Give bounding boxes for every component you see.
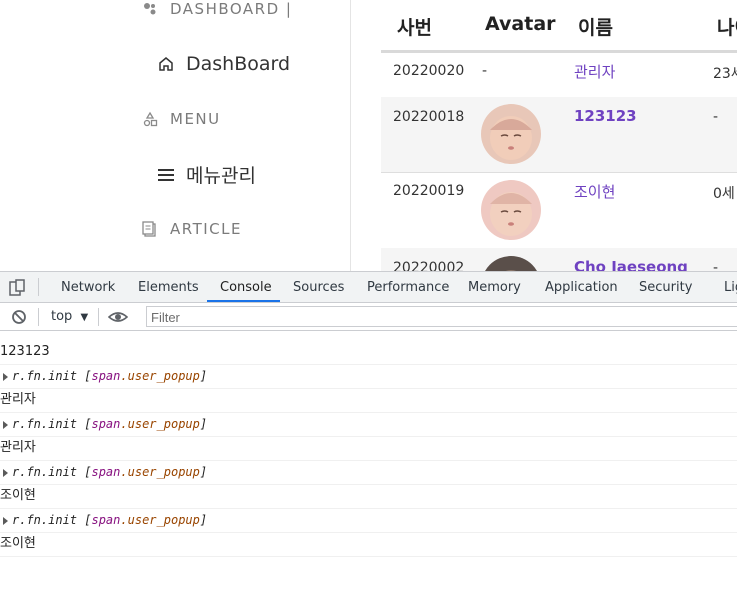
context-label: top — [51, 309, 73, 324]
log-object[interactable]: r.fn.init [span.user_popup] — [0, 461, 737, 485]
avatar — [481, 256, 541, 271]
tab-elements[interactable]: Elements — [138, 280, 199, 295]
dropdown-arrow-icon: ▼ — [80, 312, 89, 323]
log-object-class: .user_popup — [120, 417, 200, 431]
log-object-suffix: ] — [199, 369, 208, 383]
filter-box — [146, 306, 737, 327]
tab-security[interactable]: Security — [639, 280, 692, 295]
log-text: 123123 — [0, 341, 737, 365]
sidebar: DASHBOARD | DashBoard MENU 메뉴관리 ARTICLE — [0, 0, 351, 271]
sidebar-item-menu-management[interactable]: 메뉴관리 — [157, 161, 256, 188]
avatar — [481, 180, 541, 240]
sidebar-item-dashboard[interactable]: DashBoard — [157, 53, 290, 75]
table-row[interactable]: 20220018 123123 - — [381, 97, 737, 173]
web-page: DASHBOARD | DashBoard MENU 메뉴관리 ARTICLE — [0, 0, 737, 271]
employee-age: 23세 — [713, 66, 737, 82]
log-object-prefix: r.fn.init [ — [12, 513, 92, 527]
employee-table: 사번 Avatar 이름 나이 20220020 - 관리자 23세 20220… — [381, 0, 737, 271]
avatar-placeholder: - — [482, 63, 488, 79]
log-object-element: span — [91, 513, 121, 527]
user-name-link[interactable]: Cho Jaeseong — [574, 258, 688, 271]
home-icon — [157, 55, 175, 73]
devtools-tabbar: Network Elements Console Sources Perform… — [0, 271, 737, 303]
tab-performance[interactable]: Performance — [367, 280, 449, 295]
log-text: 조이현 — [0, 485, 737, 509]
user-name-link[interactable]: 조이현 — [574, 181, 615, 202]
console-output: 123123 r.fn.init [span.user_popup] 관리자 r… — [0, 331, 737, 592]
log-object[interactable]: r.fn.init [span.user_popup] — [0, 365, 737, 389]
context-selector[interactable]: top ▼ — [51, 309, 88, 324]
table-header: 사번 Avatar 이름 나이 — [381, 0, 737, 53]
toolbar-divider — [38, 308, 39, 326]
employee-id: 20220002 — [393, 260, 465, 271]
avatar — [481, 104, 541, 164]
table-row[interactable]: 20220019 조이현 0세 — [381, 172, 737, 249]
user-name-link[interactable]: 123123 — [574, 107, 637, 125]
column-header-name[interactable]: 이름 — [578, 13, 613, 40]
log-object[interactable]: r.fn.init [span.user_popup] — [0, 413, 737, 437]
console-filter-input[interactable] — [147, 308, 711, 327]
tabbar-divider — [38, 278, 39, 296]
employee-age: - — [713, 109, 719, 125]
user-name-link[interactable]: 관리자 — [574, 61, 615, 82]
log-object-class: .user_popup — [120, 369, 200, 383]
device-toggle-icon[interactable] — [9, 279, 27, 301]
sidebar-section-menu: MENU — [142, 110, 221, 128]
sidebar-section-label: DASHBOARD | — [170, 0, 293, 18]
log-object-class: .user_popup — [120, 513, 200, 527]
log-object-element: span — [91, 369, 121, 383]
sidebar-section-label: ARTICLE — [170, 220, 242, 238]
log-object-suffix: ] — [199, 513, 208, 527]
tab-memory[interactable]: Memory — [468, 280, 521, 295]
log-text: 관리자 — [0, 389, 737, 413]
log-object-prefix: r.fn.init [ — [12, 465, 92, 479]
log-text: 조이현 — [0, 533, 737, 557]
sidebar-section-dashboard: DASHBOARD | — [142, 0, 292, 18]
tab-overflow-clip: Lighthouse — [722, 272, 737, 302]
clear-console-icon[interactable] — [11, 309, 27, 329]
tab-application[interactable]: Application — [545, 280, 618, 295]
employee-age: 0세 — [713, 186, 735, 202]
sidebar-item-label: 메뉴관리 — [186, 165, 256, 187]
employee-age: - — [713, 260, 719, 271]
employee-id: 20220018 — [393, 109, 465, 125]
toolbar-divider — [98, 308, 99, 326]
log-object-class: .user_popup — [120, 465, 200, 479]
sidebar-section-label: MENU — [170, 110, 221, 128]
dashboard-section-icon — [142, 1, 158, 17]
log-object-prefix: r.fn.init [ — [12, 417, 92, 431]
clipboard-icon — [142, 221, 158, 237]
expand-triangle-icon[interactable] — [3, 420, 8, 429]
active-tab-indicator — [207, 300, 280, 302]
table-row[interactable]: 20220002 Cho Jaeseong - — [381, 248, 737, 271]
sidebar-item-label: DashBoard — [186, 53, 291, 75]
employee-id: 20220019 — [393, 183, 465, 199]
log-object-suffix: ] — [199, 417, 208, 431]
tab-sources[interactable]: Sources — [293, 280, 344, 295]
expand-triangle-icon[interactable] — [3, 468, 8, 477]
log-object-prefix: r.fn.init [ — [12, 369, 92, 383]
console-toolbar: top ▼ — [0, 303, 737, 331]
column-header-age[interactable]: 나이 — [717, 13, 737, 40]
log-text: 관리자 — [0, 437, 737, 461]
log-object-suffix: ] — [199, 465, 208, 479]
column-header-id[interactable]: 사번 — [397, 13, 432, 40]
log-object[interactable]: r.fn.init [span.user_popup] — [0, 509, 737, 533]
devtools-panel: Network Elements Console Sources Perform… — [0, 271, 737, 592]
table-row[interactable]: 20220020 - 관리자 23세 — [381, 53, 737, 98]
expand-triangle-icon[interactable] — [3, 516, 8, 525]
tab-console[interactable]: Console — [220, 280, 272, 295]
log-object-element: span — [91, 417, 121, 431]
eye-icon[interactable] — [107, 309, 129, 329]
column-header-avatar[interactable]: Avatar — [485, 13, 556, 35]
sidebar-section-article: ARTICLE — [142, 220, 242, 238]
hamburger-icon — [157, 166, 175, 184]
tab-network[interactable]: Network — [61, 280, 115, 295]
employee-id: 20220020 — [393, 63, 465, 79]
tab-lighthouse[interactable]: Lighthouse — [724, 280, 737, 295]
shapes-icon — [142, 111, 158, 127]
expand-triangle-icon[interactable] — [3, 372, 8, 381]
log-object-element: span — [91, 465, 121, 479]
